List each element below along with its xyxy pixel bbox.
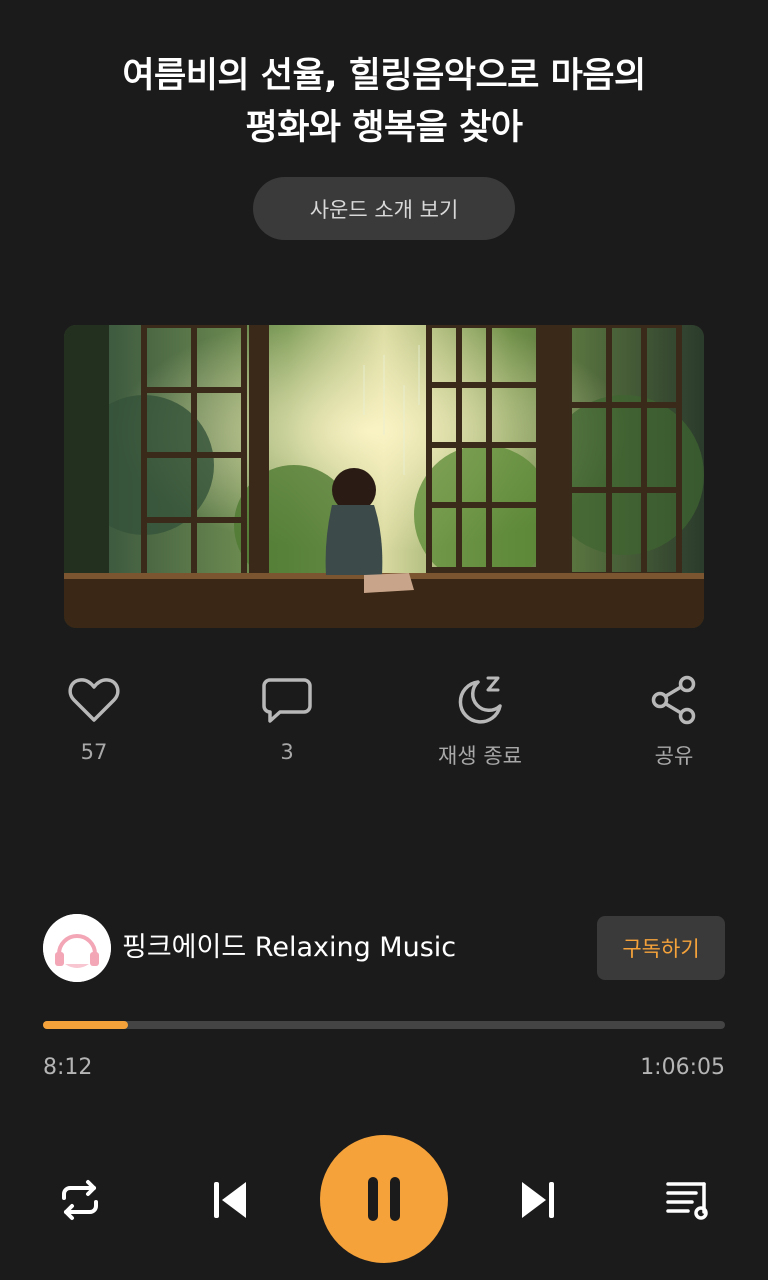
title-line-2: 평화와 행복을 찾아 (245, 108, 523, 148)
next-icon (522, 1182, 554, 1218)
share-label: 공유 (654, 744, 694, 768)
previous-button[interactable] (200, 1170, 260, 1230)
like-action[interactable]: 57 (24, 672, 164, 764)
artwork-image (64, 325, 704, 628)
moon-icon (410, 672, 550, 728)
repeat-button[interactable] (50, 1170, 110, 1230)
channel-name[interactable]: 핑크에이드 Relaxing Music (122, 928, 456, 968)
sleep-timer-action[interactable]: 재생 종료 (410, 672, 550, 770)
next-button[interactable] (508, 1170, 568, 1230)
playlist-icon (666, 1182, 708, 1220)
heart-icon (24, 672, 164, 728)
playlist-button[interactable] (658, 1170, 718, 1230)
pause-icon (368, 1177, 400, 1221)
progress-fill (43, 1021, 128, 1029)
share-icon (604, 672, 744, 728)
sound-intro-label: 사운드 소개 보기 (309, 197, 459, 222)
sleep-timer-label: 재생 종료 (438, 744, 522, 768)
title-line-1: 여름비의 선율, 힐링음악으로 마음의 (122, 56, 646, 96)
current-time: 8:12 (43, 1055, 93, 1080)
repeat-icon (62, 1180, 98, 1220)
total-time: 1:06:05 (640, 1055, 725, 1080)
pause-button[interactable] (320, 1135, 448, 1263)
like-count: 57 (80, 740, 108, 764)
comment-action[interactable]: 3 (217, 672, 357, 764)
song-title: 여름비의 선율, 힐링음악으로 마음의 평화와 행복을 찾아 (40, 50, 728, 154)
subscribe-button[interactable]: 구독하기 (597, 916, 725, 980)
comment-count: 3 (280, 740, 294, 764)
channel-avatar[interactable] (43, 914, 111, 982)
subscribe-label: 구독하기 (622, 937, 700, 961)
sound-intro-button[interactable]: 사운드 소개 보기 (253, 177, 515, 240)
progress-bar[interactable] (43, 1021, 725, 1029)
share-action[interactable]: 공유 (604, 672, 744, 770)
comment-icon (217, 672, 357, 728)
previous-icon (214, 1182, 246, 1218)
